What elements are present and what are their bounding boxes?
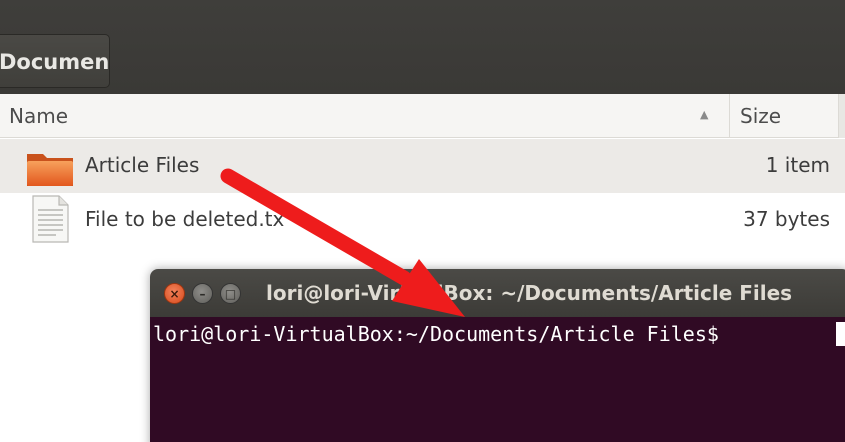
column-header-filler bbox=[838, 94, 845, 138]
file-manager-toolbar: Documents bbox=[0, 0, 845, 94]
file-size: 1 item bbox=[765, 153, 830, 177]
file-list-header: Name ▲ Size bbox=[0, 94, 845, 138]
shell-prompt: lori@lori-VirtualBox:~/Documents/Article… bbox=[153, 322, 731, 346]
column-header-size[interactable]: Size bbox=[740, 104, 781, 128]
file-row-file-to-be-deleted[interactable]: File to be deleted.tx 37 bytes bbox=[0, 193, 845, 247]
file-name: File to be deleted.tx bbox=[85, 207, 285, 231]
terminal-content[interactable]: lori@lori-VirtualBox:~/Documents/Article… bbox=[150, 317, 845, 442]
terminal-window[interactable]: × – □ lori@lori-VirtualBox: ~/Documents/… bbox=[150, 269, 845, 442]
minimize-window-button[interactable]: – bbox=[192, 283, 213, 304]
sort-ascending-icon[interactable]: ▲ bbox=[700, 108, 708, 121]
maximize-window-button[interactable]: □ bbox=[220, 283, 241, 304]
terminal-titlebar[interactable]: × – □ lori@lori-VirtualBox: ~/Documents/… bbox=[150, 269, 845, 317]
column-divider[interactable] bbox=[729, 94, 730, 138]
folder-icon bbox=[27, 154, 73, 186]
file-row-article-files[interactable]: Article Files 1 item bbox=[0, 139, 845, 193]
column-header-name[interactable]: Name bbox=[9, 104, 68, 128]
file-size: 37 bytes bbox=[743, 207, 830, 231]
text-file-icon bbox=[32, 195, 69, 243]
close-window-button[interactable]: × bbox=[164, 283, 185, 304]
file-name: Article Files bbox=[85, 153, 200, 177]
text-cursor bbox=[836, 322, 845, 346]
terminal-title: lori@lori-VirtualBox: ~/Documents/Articl… bbox=[266, 281, 793, 305]
path-bar-documents-button[interactable]: Documents bbox=[0, 34, 110, 88]
